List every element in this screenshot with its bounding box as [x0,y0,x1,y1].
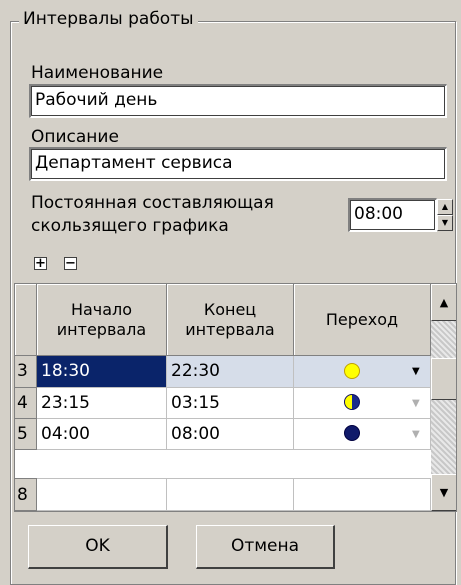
groupbox-title: Интервалы работы [19,8,198,30]
row-number: 3 [15,356,37,388]
column-header-end[interactable]: Конец интервала [167,284,294,356]
clock-half-icon [344,394,360,410]
cell-end[interactable]: 08:00 [167,419,294,450]
cell-start[interactable]: 04:00 [37,419,167,450]
cell-end[interactable]: 03:15 [167,388,294,419]
name-label: Наименование [31,63,164,83]
dropdown-arrow-icon[interactable]: ▼ [412,356,420,387]
column-header-transition[interactable]: Переход [294,284,431,356]
cell-end[interactable]: 22:30 [167,356,294,388]
constant-label-line2: скользящего графика [31,216,229,236]
spin-down-icon[interactable]: ▼ [437,215,453,231]
row-number: 5 [15,419,37,450]
description-field[interactable]: Департамент сервиса [29,147,447,181]
scroll-down-icon[interactable]: ▼ [431,474,456,511]
scroll-thumb[interactable] [431,358,456,400]
cell-transition[interactable]: ▼ [294,419,431,450]
cell-transition[interactable]: ▼ [294,388,431,419]
add-row-icon[interactable]: + [34,257,47,270]
clock-dark-icon [344,425,360,441]
scroll-up-icon[interactable]: ▲ [431,284,456,321]
grid-vertical-scrollbar[interactable]: ▲ ▼ [431,284,456,511]
dropdown-arrow-icon[interactable]: ▼ [412,419,420,450]
name-field[interactable]: Рабочий день [29,84,447,118]
grid-empty-area [15,450,431,478]
remove-row-icon[interactable]: − [64,257,77,270]
ok-button[interactable]: OK [28,525,168,569]
cell-transition[interactable]: ▼ [294,356,431,388]
grid-corner [15,284,37,356]
column-header-start[interactable]: Начало интервала [37,284,167,356]
cell-start[interactable] [37,478,167,511]
description-label: Описание [31,127,119,147]
spin-up-icon[interactable]: ▲ [437,199,453,215]
constant-label-line1: Постоянная составляющая [31,193,274,213]
cell-start[interactable]: 18:30 [37,356,167,388]
row-number: 4 [15,388,37,419]
cancel-button[interactable]: Отмена [196,525,335,569]
row-number: 8 [15,478,37,511]
clock-yellow-icon [344,363,360,379]
constant-time-field[interactable]: 08:00 [348,198,437,232]
cell-start[interactable]: 23:15 [37,388,167,419]
cell-end[interactable] [167,478,294,511]
dropdown-arrow-icon[interactable]: ▼ [412,388,420,419]
cell-transition[interactable] [294,478,431,511]
intervals-grid[interactable]: Начало интервала Конец интервала Переход… [14,283,457,512]
